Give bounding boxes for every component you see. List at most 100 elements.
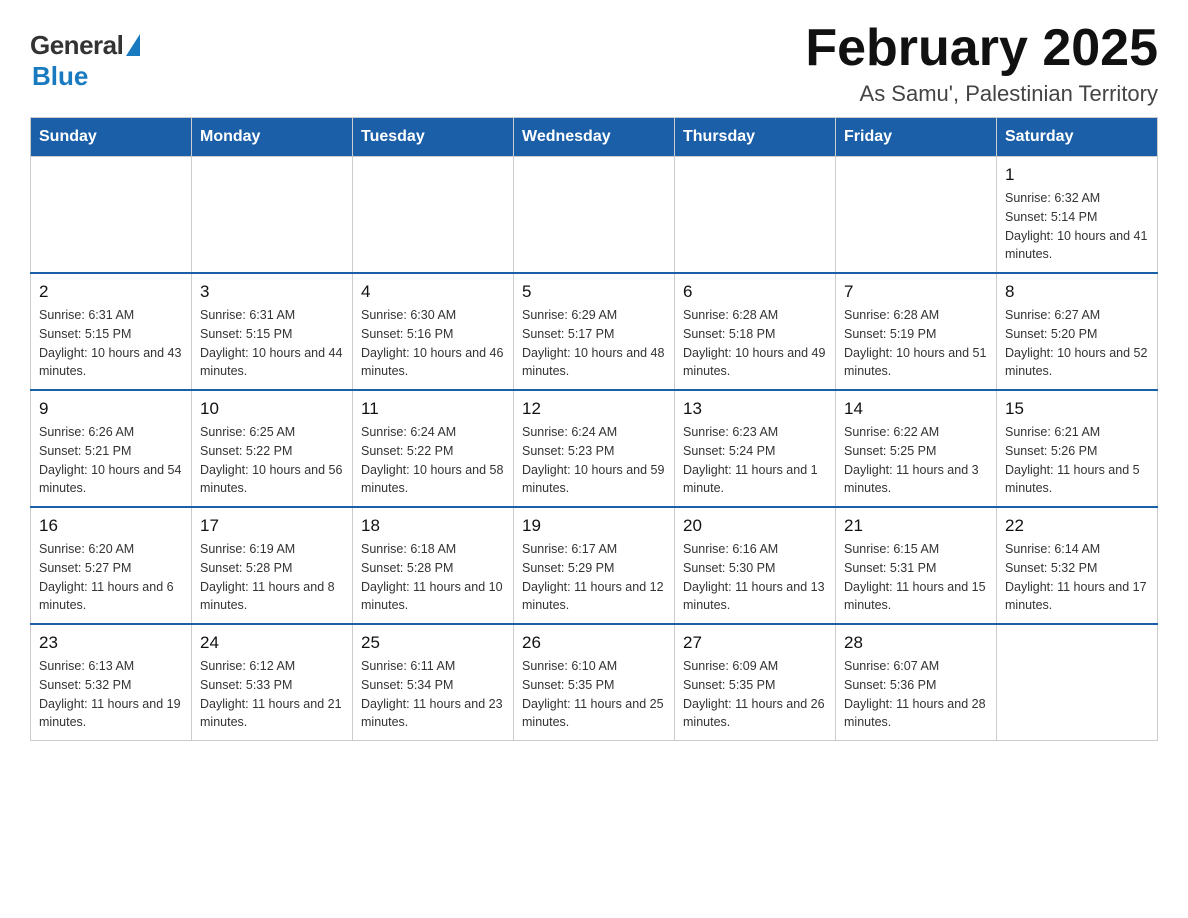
calendar-title: February 2025 xyxy=(805,20,1158,77)
calendar-cell: 21Sunrise: 6:15 AMSunset: 5:31 PMDayligh… xyxy=(836,507,997,624)
day-number: 6 xyxy=(683,282,827,302)
header-wednesday: Wednesday xyxy=(514,118,675,157)
calendar-cell xyxy=(514,157,675,274)
header-saturday: Saturday xyxy=(997,118,1158,157)
calendar-cell: 22 Sunrise: 6:14 AMSunset: 5:32 PMDayligh… xyxy=(997,507,1158,624)
calendar-cell: 8Sunrise: 6:27 AMSunset: 5:20 PMDaylight… xyxy=(997,273,1158,390)
day-info: Sunrise: 6:24 AMSunset: 5:23 PMDaylight:… xyxy=(522,423,666,498)
weekday-header-row: Sunday Monday Tuesday Wednesday Thursday… xyxy=(31,118,1158,157)
day-number: 19 xyxy=(522,516,666,536)
day-info: Sunrise: 6:29 AMSunset: 5:17 PMDaylight:… xyxy=(522,306,666,381)
day-info: Sunrise: 6:23 AMSunset: 5:24 PMDaylight:… xyxy=(683,423,827,498)
calendar-cell: 26 Sunrise: 6:10 AMSunset: 5:35 PMDayligh… xyxy=(514,624,675,741)
day-info: Sunrise: 6:32 AMSunset: 5:14 PMDaylight:… xyxy=(1005,189,1149,264)
calendar-cell xyxy=(997,624,1158,741)
day-number: 27 xyxy=(683,633,827,653)
day-number: 15 xyxy=(1005,399,1149,419)
day-number: 12 xyxy=(522,399,666,419)
page-header: General Blue February 2025 As Samu', Pal… xyxy=(30,20,1158,107)
calendar-cell: 20 Sunrise: 6:16 AMSunset: 5:30 PMDayligh… xyxy=(675,507,836,624)
calendar-cell: 18 Sunrise: 6:18 AMSunset: 5:28 PMDayligh… xyxy=(353,507,514,624)
calendar-cell: 4Sunrise: 6:30 AMSunset: 5:16 PMDaylight… xyxy=(353,273,514,390)
day-number: 28 xyxy=(844,633,988,653)
day-number: 16 xyxy=(39,516,183,536)
calendar-cell: 2 Sunrise: 6:31 AMSunset: 5:15 PMDaylight… xyxy=(31,273,192,390)
day-info: Sunrise: 6:20 AMSunset: 5:27 PMDaylight:… xyxy=(39,540,183,615)
logo-triangle-icon xyxy=(126,34,140,56)
day-info: Sunrise: 6:19 AMSunset: 5:28 PMDaylight:… xyxy=(200,540,344,615)
calendar-week-row: 2 Sunrise: 6:31 AMSunset: 5:15 PMDaylight… xyxy=(31,273,1158,390)
calendar-cell: 17 Sunrise: 6:19 AMSunset: 5:28 PMDayligh… xyxy=(192,507,353,624)
calendar-week-row: 23 Sunrise: 6:13 AMSunset: 5:32 PMDayligh… xyxy=(31,624,1158,741)
day-number: 3 xyxy=(200,282,344,302)
day-info: Sunrise: 6:31 AMSunset: 5:15 PMDaylight:… xyxy=(200,306,344,381)
day-info: Sunrise: 6:22 AMSunset: 5:25 PMDaylight:… xyxy=(844,423,988,498)
calendar-cell: 15 Sunrise: 6:21 AMSunset: 5:26 PMDayligh… xyxy=(997,390,1158,507)
calendar-cell: 28 Sunrise: 6:07 AMSunset: 5:36 PMDayligh… xyxy=(836,624,997,741)
day-info: Sunrise: 6:14 AMSunset: 5:32 PMDaylight:… xyxy=(1005,540,1149,615)
day-info: Sunrise: 6:16 AMSunset: 5:30 PMDaylight:… xyxy=(683,540,827,615)
calendar-cell xyxy=(192,157,353,274)
day-info: Sunrise: 6:13 AMSunset: 5:32 PMDaylight:… xyxy=(39,657,183,732)
day-number: 13 xyxy=(683,399,827,419)
logo-blue-text: Blue xyxy=(32,61,88,92)
calendar-cell: 3 Sunrise: 6:31 AMSunset: 5:15 PMDaylight… xyxy=(192,273,353,390)
calendar-cell: 1 Sunrise: 6:32 AMSunset: 5:14 PMDaylight… xyxy=(997,157,1158,274)
calendar-cell: 13 Sunrise: 6:23 AMSunset: 5:24 PMDayligh… xyxy=(675,390,836,507)
calendar-cell: 11Sunrise: 6:24 AMSunset: 5:22 PMDayligh… xyxy=(353,390,514,507)
calendar-cell xyxy=(31,157,192,274)
calendar-cell: 5 Sunrise: 6:29 AMSunset: 5:17 PMDaylight… xyxy=(514,273,675,390)
calendar-cell: 14Sunrise: 6:22 AMSunset: 5:25 PMDayligh… xyxy=(836,390,997,507)
header-sunday: Sunday xyxy=(31,118,192,157)
day-info: Sunrise: 6:21 AMSunset: 5:26 PMDaylight:… xyxy=(1005,423,1149,498)
calendar-cell: 27 Sunrise: 6:09 AMSunset: 5:35 PMDayligh… xyxy=(675,624,836,741)
calendar-cell: 25 Sunrise: 6:11 AMSunset: 5:34 PMDayligh… xyxy=(353,624,514,741)
day-number: 21 xyxy=(844,516,988,536)
day-info: Sunrise: 6:31 AMSunset: 5:15 PMDaylight:… xyxy=(39,306,183,381)
day-info: Sunrise: 6:10 AMSunset: 5:35 PMDaylight:… xyxy=(522,657,666,732)
day-number: 20 xyxy=(683,516,827,536)
calendar-cell xyxy=(836,157,997,274)
day-number: 5 xyxy=(522,282,666,302)
day-info: Sunrise: 6:27 AMSunset: 5:20 PMDaylight:… xyxy=(1005,306,1149,381)
day-number: 22 xyxy=(1005,516,1149,536)
calendar-cell: 16 Sunrise: 6:20 AMSunset: 5:27 PMDayligh… xyxy=(31,507,192,624)
logo-general-text: General xyxy=(30,30,123,61)
calendar-week-row: 9Sunrise: 6:26 AMSunset: 5:21 PMDaylight… xyxy=(31,390,1158,507)
header-thursday: Thursday xyxy=(675,118,836,157)
calendar-cell: 9Sunrise: 6:26 AMSunset: 5:21 PMDaylight… xyxy=(31,390,192,507)
calendar-cell: 7Sunrise: 6:28 AMSunset: 5:19 PMDaylight… xyxy=(836,273,997,390)
day-number: 2 xyxy=(39,282,183,302)
day-number: 23 xyxy=(39,633,183,653)
day-number: 1 xyxy=(1005,165,1149,185)
day-info: Sunrise: 6:28 AMSunset: 5:19 PMDaylight:… xyxy=(844,306,988,381)
header-tuesday: Tuesday xyxy=(353,118,514,157)
calendar-cell xyxy=(675,157,836,274)
calendar-table: Sunday Monday Tuesday Wednesday Thursday… xyxy=(30,117,1158,741)
day-info: Sunrise: 6:26 AMSunset: 5:21 PMDaylight:… xyxy=(39,423,183,498)
calendar-cell: 23 Sunrise: 6:13 AMSunset: 5:32 PMDayligh… xyxy=(31,624,192,741)
day-info: Sunrise: 6:18 AMSunset: 5:28 PMDaylight:… xyxy=(361,540,505,615)
day-info: Sunrise: 6:28 AMSunset: 5:18 PMDaylight:… xyxy=(683,306,827,381)
logo: General Blue xyxy=(30,30,140,92)
day-number: 26 xyxy=(522,633,666,653)
calendar-cell: 24Sunrise: 6:12 AMSunset: 5:33 PMDayligh… xyxy=(192,624,353,741)
day-info: Sunrise: 6:24 AMSunset: 5:22 PMDaylight:… xyxy=(361,423,505,498)
header-friday: Friday xyxy=(836,118,997,157)
day-info: Sunrise: 6:25 AMSunset: 5:22 PMDaylight:… xyxy=(200,423,344,498)
calendar-cell: 10 Sunrise: 6:25 AMSunset: 5:22 PMDayligh… xyxy=(192,390,353,507)
calendar-cell: 6 Sunrise: 6:28 AMSunset: 5:18 PMDaylight… xyxy=(675,273,836,390)
calendar-subtitle: As Samu', Palestinian Territory xyxy=(805,81,1158,107)
day-number: 4 xyxy=(361,282,505,302)
calendar-cell: 12 Sunrise: 6:24 AMSunset: 5:23 PMDayligh… xyxy=(514,390,675,507)
day-info: Sunrise: 6:09 AMSunset: 5:35 PMDaylight:… xyxy=(683,657,827,732)
day-info: Sunrise: 6:07 AMSunset: 5:36 PMDaylight:… xyxy=(844,657,988,732)
day-number: 10 xyxy=(200,399,344,419)
day-number: 18 xyxy=(361,516,505,536)
day-number: 17 xyxy=(200,516,344,536)
day-number: 24 xyxy=(200,633,344,653)
header-monday: Monday xyxy=(192,118,353,157)
day-info: Sunrise: 6:11 AMSunset: 5:34 PMDaylight:… xyxy=(361,657,505,732)
day-number: 25 xyxy=(361,633,505,653)
calendar-week-row: 1 Sunrise: 6:32 AMSunset: 5:14 PMDaylight… xyxy=(31,157,1158,274)
